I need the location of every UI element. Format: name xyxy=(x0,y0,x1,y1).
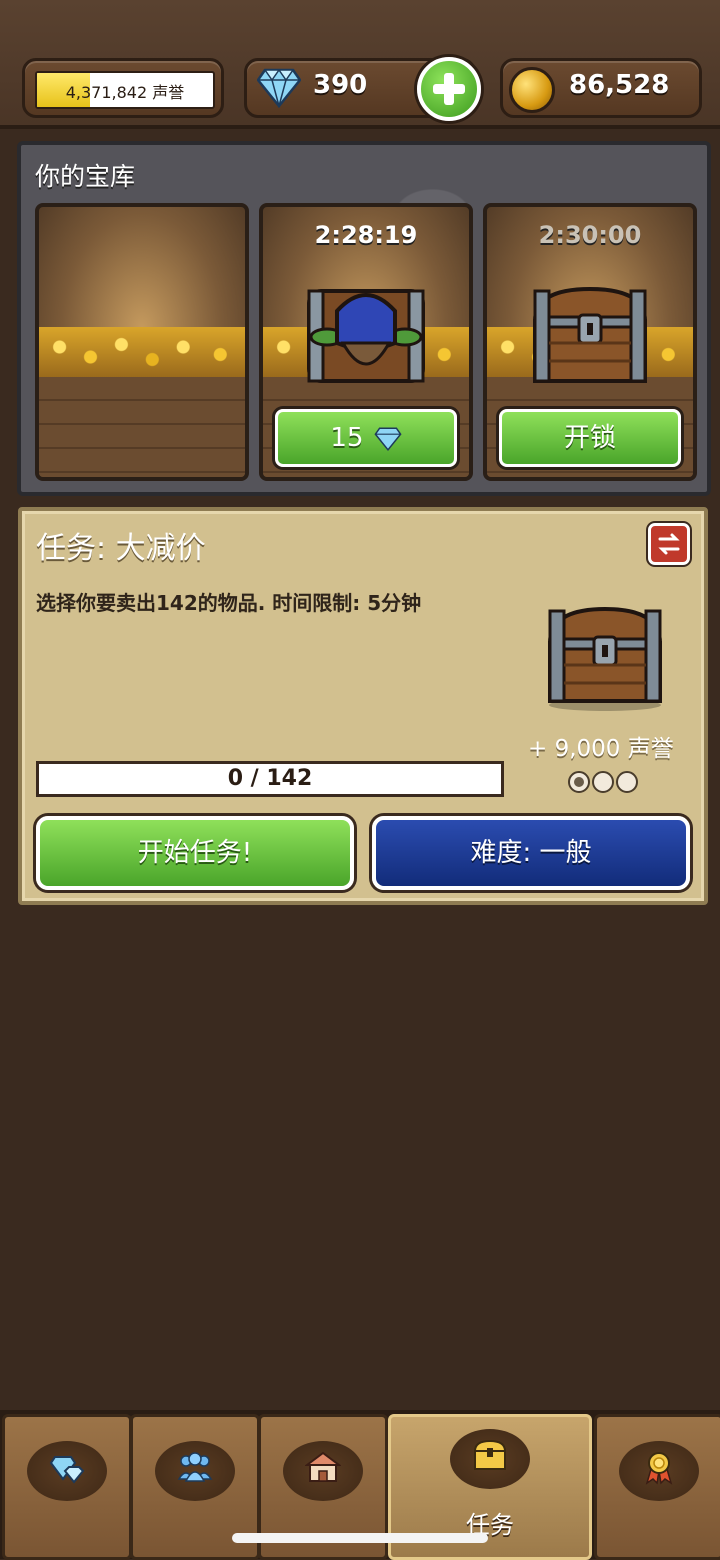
gold-count: 86,528 xyxy=(569,70,670,100)
reputation-bar: 4,371,842 声誉 xyxy=(35,71,215,109)
goblin-chest-icon xyxy=(307,289,425,383)
gold-counter[interactable]: 86,528 xyxy=(500,58,702,118)
treasure-chest-icon xyxy=(532,286,648,383)
speed-up-cost: 15 xyxy=(330,423,364,453)
quest-title: 任务: 大减价 xyxy=(36,531,206,566)
speed-up-button[interactable]: 15 xyxy=(275,409,457,467)
wood-floor xyxy=(39,377,245,477)
treasure-chest-icon xyxy=(547,606,663,711)
quest-progress-bar: 0 / 142 xyxy=(36,761,504,797)
gold-pile xyxy=(39,327,245,377)
vault-panel: 你的宝库 2:28:19 15 2:30:00 开锁 xyxy=(17,141,711,496)
gem-counter[interactable]: 390 xyxy=(244,57,481,121)
tab-achievements[interactable] xyxy=(594,1414,720,1560)
gems-icon xyxy=(49,1456,85,1484)
medal-icon xyxy=(645,1452,673,1485)
gold-coin-icon xyxy=(509,67,555,113)
quest-description: 选择你要卖出142的物品. 时间限制: 5分钟 xyxy=(36,591,422,615)
chest-icon xyxy=(473,1439,507,1470)
difficulty-dot-filled xyxy=(568,771,590,793)
start-quest-button[interactable]: 开始任务! xyxy=(36,816,354,890)
quest-card: 任务: 大减价 选择你要卖出142的物品. 时间限制: 5分钟 + 9,000 … xyxy=(18,507,708,905)
tab-gems[interactable] xyxy=(2,1414,132,1560)
vault-slot-empty[interactable] xyxy=(35,203,249,481)
swap-arrows-icon xyxy=(658,533,680,555)
vault-slot-opening[interactable]: 2:28:19 15 xyxy=(259,203,473,481)
reputation-meter[interactable]: 4,371,842 声誉 xyxy=(22,58,224,118)
difficulty-dot xyxy=(616,771,638,793)
slot-timer: 2:28:19 xyxy=(314,221,418,249)
home-indicator[interactable] xyxy=(232,1533,488,1543)
slot-timer: 2:30:00 xyxy=(538,221,642,249)
top-bar: 4,371,842 声誉 390 86,528 xyxy=(0,0,720,129)
diamond-icon xyxy=(257,68,301,108)
quest-progress-text: 0 / 142 xyxy=(227,766,313,791)
quest-reward: + 9,000 声誉 xyxy=(528,736,674,762)
shop-icon xyxy=(305,1451,341,1482)
diamond-icon xyxy=(374,426,402,451)
reputation-text: 4,371,842 声誉 xyxy=(65,83,185,102)
swap-quest-button[interactable] xyxy=(648,523,690,565)
difficulty-dot xyxy=(592,771,614,793)
people-icon xyxy=(177,1452,213,1482)
gem-count: 390 xyxy=(313,70,368,100)
vault-slot-locked[interactable]: 2:30:00 开锁 xyxy=(483,203,697,481)
vault-title: 你的宝库 xyxy=(35,162,136,191)
difficulty-button[interactable]: 难度: 一般 xyxy=(372,816,690,890)
add-gems-button[interactable] xyxy=(417,57,481,121)
unlock-button[interactable]: 开锁 xyxy=(499,409,681,467)
difficulty-dots xyxy=(568,771,640,797)
